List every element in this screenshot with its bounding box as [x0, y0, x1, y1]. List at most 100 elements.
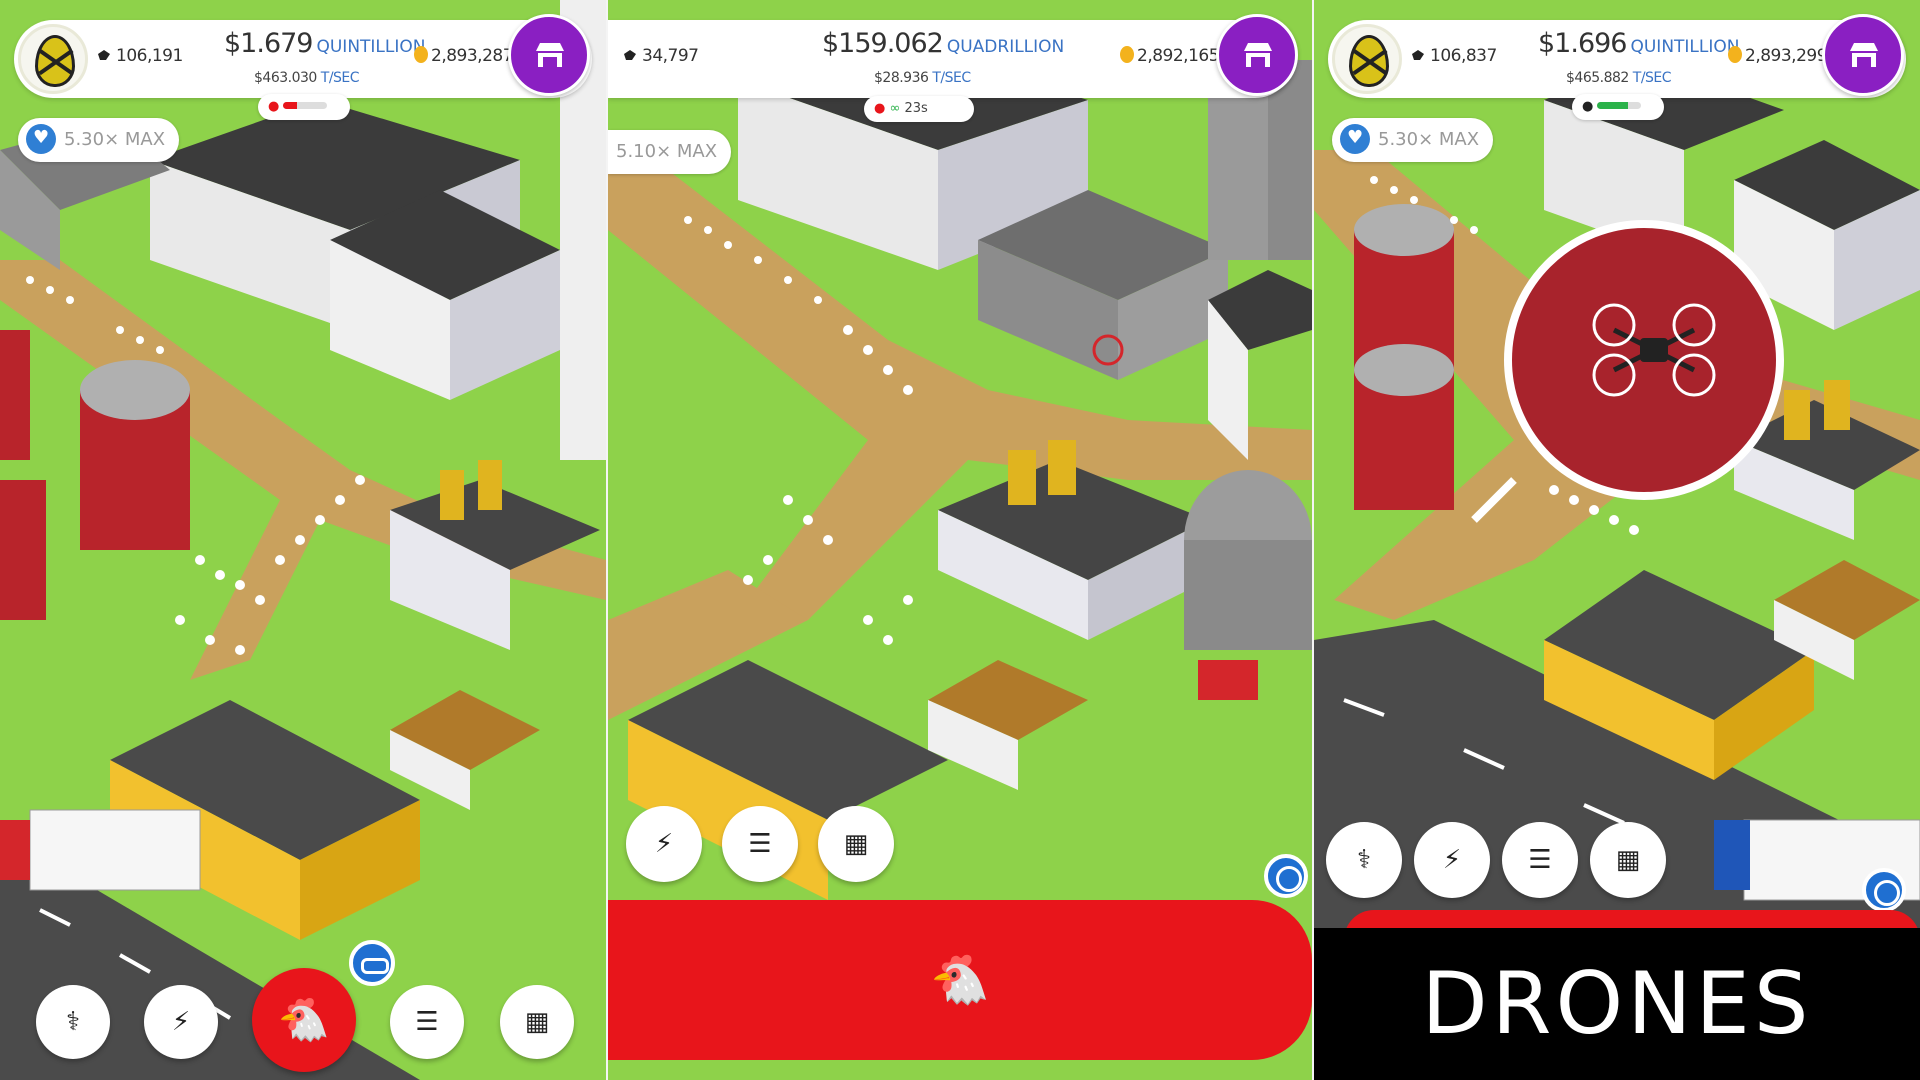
grid-icon: ▦	[843, 829, 869, 859]
research-button[interactable]: ⚕	[1326, 822, 1402, 898]
golden-eggs: 2,893,287	[414, 46, 514, 66]
boost-indicator[interactable]: 5.10× MAX	[608, 130, 732, 174]
boost-indicator[interactable]: 5.30× MAX	[18, 116, 180, 162]
caption: DRONES	[1314, 928, 1920, 1080]
progress-bar	[1597, 102, 1642, 109]
golden-eggs: 2,892,165	[1120, 46, 1220, 66]
game-screen-1: 106,191 $1.679 QUINTILLION $463.030 T/SEC…	[0, 0, 606, 1080]
vr-button[interactable]	[1862, 868, 1906, 912]
shop-icon	[536, 43, 564, 67]
shop-icon	[1244, 43, 1272, 67]
red-silo	[80, 360, 190, 550]
chicken-icon	[624, 50, 636, 60]
chicken-count: 34,797	[622, 46, 699, 66]
missions-button[interactable]: ☰	[722, 806, 798, 882]
checklist-icon: ☰	[748, 829, 772, 859]
flask-icon: ⚕	[65, 1007, 81, 1037]
chicken-icon: ●	[268, 99, 280, 114]
money-unit: QUADRILLION	[946, 37, 1065, 57]
chicken-icon	[1412, 50, 1424, 60]
red-silo	[0, 480, 46, 620]
missions-button[interactable]: ☰	[1502, 822, 1578, 898]
boosts-button[interactable]: ⚡	[1414, 822, 1490, 898]
rate-unit: T/SEC	[932, 70, 971, 86]
flask-icon: ⚕	[1356, 845, 1372, 875]
grey-silo	[1208, 80, 1278, 260]
drone-progress: ●	[1572, 94, 1664, 120]
money-display: $1.696 QUINTILLION	[1538, 28, 1740, 59]
rate-amount: $465.882	[1566, 70, 1629, 86]
egg-type-badge[interactable]	[18, 24, 88, 94]
egg-icon	[1349, 35, 1389, 87]
money-display: $159.062 QUADRILLION	[822, 28, 1064, 59]
hud-bar: 106,191 $1.679 QUINTILLION $463.030 T/SEC…	[14, 20, 592, 98]
lightning-icon: ⚡	[654, 829, 674, 859]
money-unit: QUINTILLION	[316, 37, 426, 57]
chicken-count-value: 34,797	[642, 46, 699, 66]
drone-progress: ●	[258, 94, 350, 120]
chicken-icon: ●	[1582, 99, 1594, 114]
checklist-icon: ☰	[415, 1007, 439, 1037]
red-silo	[0, 330, 30, 460]
rate-amount: $28.936	[874, 70, 929, 86]
chicken-icon	[98, 50, 110, 60]
lightning-icon: ⚡	[1442, 845, 1462, 875]
boosts-button[interactable]: ⚡	[144, 985, 218, 1059]
research-button[interactable]: ⚕	[36, 985, 110, 1059]
hud-bar: 34,797 $159.062 QUADRILLION $28.936 T/SEC…	[608, 20, 1294, 98]
infinity-icon: ∞	[889, 101, 901, 116]
chicken-count-value: 106,837	[1430, 46, 1497, 66]
rate-unit: T/SEC	[320, 70, 360, 86]
lightning-icon: ⚡	[171, 1007, 191, 1037]
golden-eggs-value: 2,892,165	[1137, 46, 1220, 66]
money-amount: $159.062	[822, 28, 944, 59]
truck	[0, 809, 201, 891]
money-display: $1.679 QUINTILLION	[224, 28, 426, 59]
menu-button[interactable]: ▦	[500, 985, 574, 1059]
golden-egg-icon	[1728, 46, 1742, 63]
golden-eggs: 2,893,299	[1728, 46, 1828, 66]
earnings-rate: $28.936 T/SEC	[874, 70, 971, 86]
heart-icon	[26, 116, 56, 160]
chicken-count: 106,837	[1410, 46, 1497, 66]
vr-button[interactable]	[1264, 854, 1308, 898]
missions-button[interactable]: ☰	[390, 985, 464, 1059]
hatch-chicken-button[interactable]: 🐔	[252, 968, 356, 1072]
earnings-rate: $465.882 T/SEC	[1566, 70, 1672, 86]
boost-value: 5.10× MAX	[616, 141, 718, 162]
progress-bar	[283, 102, 328, 109]
shop-button[interactable]	[508, 14, 590, 96]
boost-indicator[interactable]: 5.30× MAX	[1332, 116, 1494, 162]
game-screen-3: 106,837 $1.696 QUINTILLION $465.882 T/SEC…	[1314, 0, 1920, 1080]
heart-icon	[1340, 116, 1370, 160]
money-unit: QUINTILLION	[1630, 37, 1740, 57]
checklist-icon: ☰	[1528, 845, 1552, 875]
menu-button[interactable]: ▦	[1590, 822, 1666, 898]
chicken-count: 106,191	[96, 46, 183, 66]
vr-toggle-button[interactable]	[349, 940, 395, 986]
menu-button[interactable]: ▦	[818, 806, 894, 882]
shop-icon	[1850, 43, 1878, 67]
rate-amount: $463.030	[254, 70, 317, 86]
egg-icon	[35, 35, 75, 87]
rate-unit: T/SEC	[1632, 70, 1672, 86]
hatch-chicken-button[interactable]: 🐔	[608, 900, 1312, 1060]
money-amount: $1.696	[1538, 28, 1627, 59]
golden-eggs-value: 2,893,287	[431, 46, 514, 66]
boost-value: 5.30× MAX	[1378, 129, 1480, 150]
red-silo	[1354, 204, 1454, 510]
shop-button[interactable]	[1216, 14, 1298, 96]
golden-egg-icon	[414, 46, 428, 63]
chicken-count-value: 106,191	[116, 46, 183, 66]
money-amount: $1.679	[224, 28, 313, 59]
chicken-icon: 🐔	[930, 952, 990, 1008]
grid-icon: ▦	[524, 1007, 550, 1037]
chicken-icon: ●	[874, 101, 886, 116]
hud-bar: 106,837 $1.696 QUINTILLION $465.882 T/SEC…	[1328, 20, 1906, 98]
earnings-rate: $463.030 T/SEC	[254, 70, 360, 86]
grid-icon: ▦	[1615, 845, 1641, 875]
egg-type-badge[interactable]	[1332, 24, 1402, 94]
boosts-button[interactable]: ⚡	[626, 806, 702, 882]
shop-button[interactable]	[1822, 14, 1904, 96]
golden-eggs-value: 2,893,299	[1745, 46, 1828, 66]
